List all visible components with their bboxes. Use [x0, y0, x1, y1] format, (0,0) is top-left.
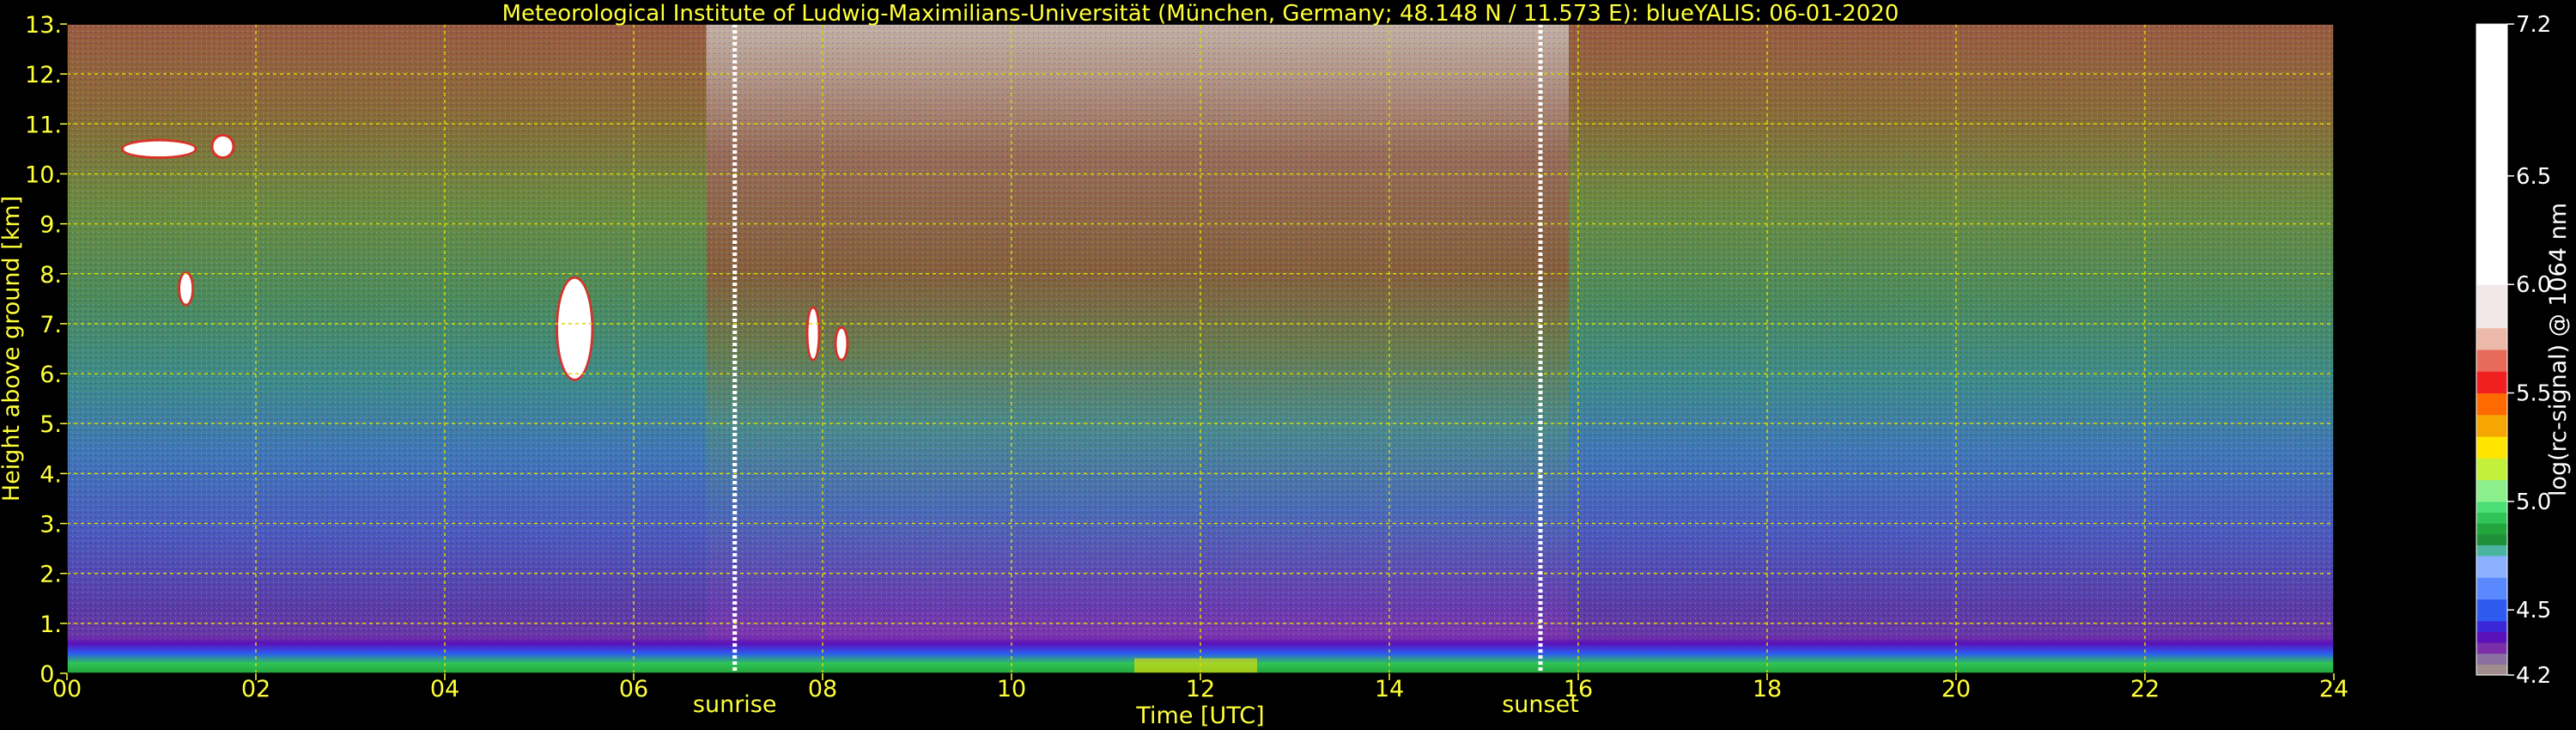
- cloud-feature-0: [124, 141, 195, 157]
- y-tick-label-0: 0.: [39, 661, 62, 688]
- x-tick-label-6: 12: [1186, 676, 1215, 703]
- colorbar-band-11: [2476, 512, 2507, 524]
- cloud-feature-3: [558, 278, 592, 379]
- colorbar-band-10: [2476, 523, 2507, 535]
- y-tick-label-4: 4.: [39, 461, 62, 488]
- y-tick-label-9: 9.: [39, 212, 62, 239]
- cloud-feature-4: [808, 308, 818, 359]
- y-axis-label: Height above ground [km]: [0, 196, 25, 502]
- y-tick-label-10: 10.: [25, 161, 62, 188]
- colorbar-band-20: [2476, 327, 2507, 350]
- colorbar-tick-label-5: 6.5: [2516, 164, 2551, 190]
- x-tick-label-1: 02: [241, 676, 270, 703]
- colorbar-band-18: [2476, 371, 2507, 394]
- x-tick-label-7: 14: [1375, 676, 1404, 703]
- x-tick-label-5: 10: [997, 676, 1026, 703]
- lidar-quicklook-chart: sunrise sunset 00 02 04 06 08 10 12 14 16 18 20 22 24…: [0, 1, 2572, 729]
- x-tick-label-12: 24: [2319, 676, 2348, 703]
- boundary-layer-peak: [1134, 658, 1257, 673]
- colorbar-band-12: [2476, 501, 2507, 513]
- colorbar-label: log(rc-signal) @ 1064 nm: [2545, 203, 2572, 496]
- chart-title: Meteorological Institute of Ludwig-Maxim…: [502, 1, 1899, 27]
- x-tick-label-11: 22: [2130, 676, 2160, 703]
- colorbar-band-9: [2476, 533, 2507, 545]
- colorbar-band-8: [2476, 544, 2507, 557]
- cloud-feature-5: [836, 328, 847, 359]
- y-tick-label-1: 1.: [39, 611, 62, 638]
- x-tick-label-9: 18: [1753, 676, 1782, 703]
- colorbar-band-7: [2476, 556, 2507, 578]
- colorbar-tick-label-1: 4.5: [2516, 598, 2551, 624]
- cloud-feature-2: [180, 273, 192, 304]
- sunrise-label: sunrise: [693, 691, 777, 718]
- y-tick-label-12: 12.: [25, 62, 62, 88]
- colorbar-band-5: [2476, 599, 2507, 622]
- y-tick-label-7: 7.: [39, 312, 62, 338]
- x-tick-label-4: 08: [808, 676, 837, 703]
- colorbar-band-22: [2476, 24, 2507, 285]
- y-tick-label-5: 5.: [39, 411, 62, 438]
- colorbar-tick-label-0: 4.2: [2516, 663, 2551, 689]
- x-tick-label-8: 16: [1564, 676, 1593, 703]
- colorbar-band-6: [2476, 577, 2507, 600]
- y-tick-label-3: 3.: [39, 512, 62, 538]
- x-tick-label-10: 20: [1941, 676, 1971, 703]
- colorbar-band-15: [2476, 436, 2507, 459]
- colorbar-band-3: [2476, 631, 2507, 643]
- colorbar-band-0: [2476, 664, 2507, 676]
- cloud-feature-1: [213, 136, 233, 157]
- colorbar-tick-label-6: 7.2: [2516, 12, 2551, 38]
- y-tick-label-6: 6.: [39, 362, 62, 388]
- colorbar-band-19: [2476, 350, 2507, 372]
- y-tick-label-13: 13.: [25, 12, 62, 39]
- colorbar-band-21: [2476, 284, 2507, 329]
- colorbar-band-13: [2476, 479, 2507, 502]
- x-axis-label: Time [UTC]: [1135, 703, 1264, 729]
- colorbar-band-17: [2476, 392, 2507, 416]
- colorbar-band-1: [2476, 653, 2507, 665]
- y-tick-label-2: 2.: [39, 562, 62, 588]
- colorbar-band-16: [2476, 414, 2507, 437]
- colorbar-band-4: [2476, 620, 2507, 632]
- colorbar-band-2: [2476, 642, 2507, 654]
- x-tick-label-3: 06: [619, 676, 648, 703]
- y-tick-label-11: 11.: [25, 112, 62, 138]
- y-tick-label-8: 8.: [39, 262, 62, 289]
- x-tick-label-2: 04: [430, 676, 459, 703]
- colorbar-band-14: [2476, 458, 2507, 481]
